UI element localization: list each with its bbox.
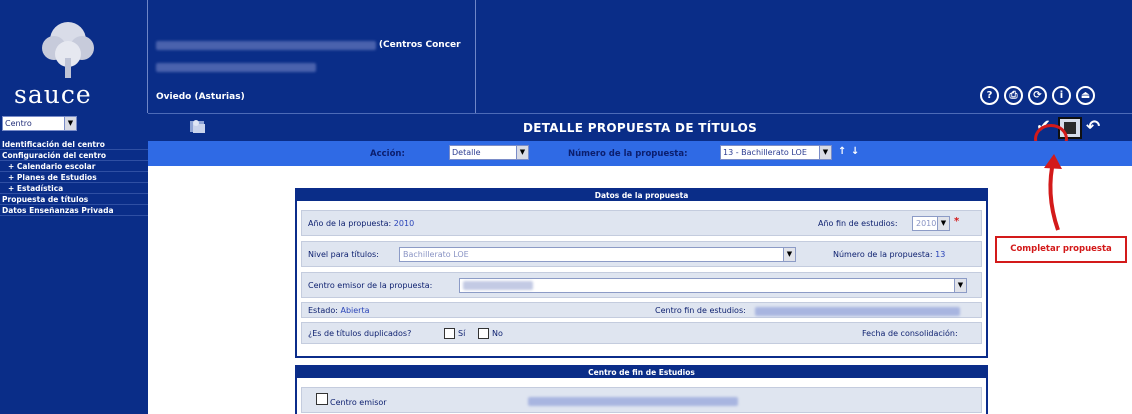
sidebar-item-planes[interactable]: + Planes de Estudios bbox=[0, 172, 148, 183]
annotation-arrow bbox=[1044, 154, 1062, 231]
anio-fin-value: 2010 bbox=[916, 219, 937, 228]
numero-label-text: Número de la propuesta: bbox=[833, 250, 933, 259]
required-marker: * bbox=[954, 216, 960, 227]
no-label: No bbox=[492, 329, 503, 338]
redacted-text bbox=[755, 307, 960, 316]
print-icon[interactable]: ⎙ bbox=[1004, 86, 1023, 105]
sidebar-item-datos-privada[interactable]: Datos Enseñanzas Privada bbox=[0, 205, 148, 216]
center-info: (Centros Concer Oviedo (Asturias) bbox=[148, 0, 476, 113]
sidebar: Centro ▼ Identificación del centro Confi… bbox=[0, 113, 148, 414]
center-address-line bbox=[156, 63, 316, 73]
chevron-down-icon: ▼ bbox=[954, 279, 966, 292]
anio-value: 2010 bbox=[393, 219, 415, 228]
arrow-up-icon[interactable]: ↑ bbox=[838, 146, 848, 159]
undo-icon[interactable]: ↶ bbox=[1086, 117, 1104, 137]
redacted-text bbox=[156, 63, 316, 72]
row-estado: Estado: Abierta Centro fin de estudios: bbox=[301, 302, 982, 318]
proposal-data-panel: Datos de la propuesta Año de la propuest… bbox=[295, 188, 988, 358]
help-book-icon[interactable]: ? bbox=[980, 86, 999, 105]
location-line: Oviedo (Asturias) bbox=[156, 92, 245, 103]
numero-label: Número de la propuesta: 13 bbox=[833, 250, 945, 259]
estado-value: Abierta bbox=[340, 306, 370, 315]
accion-label: Acción: bbox=[370, 149, 405, 159]
sidebar-select-value: Centro bbox=[5, 119, 32, 128]
nivel-label: Nivel para títulos: bbox=[308, 250, 379, 259]
accion-select[interactable]: Detalle ▼ bbox=[449, 145, 529, 160]
annotation-label: Completar propuesta bbox=[995, 236, 1127, 263]
row-duplicados: ¿Es de títulos duplicados? Sí No Fecha d… bbox=[301, 322, 982, 344]
redacted-text bbox=[156, 40, 376, 50]
numero-value: 13 bbox=[935, 250, 946, 259]
center-name-suffix: (Centros Concer bbox=[378, 40, 461, 50]
location-text: Oviedo (Asturias) bbox=[156, 92, 245, 102]
chevron-down-icon: ▼ bbox=[937, 217, 949, 230]
center-name-line: (Centros Concer bbox=[156, 40, 461, 51]
info-icon[interactable]: i bbox=[1052, 86, 1071, 105]
redacted-text bbox=[528, 397, 738, 406]
chevron-down-icon: ▼ bbox=[64, 117, 76, 130]
centro-emisor-select[interactable]: ▼ bbox=[459, 278, 967, 293]
arrow-down-icon[interactable]: ↓ bbox=[851, 146, 861, 159]
sidebar-item-estadistica[interactable]: + Estadística bbox=[0, 183, 148, 194]
accion-select-value: Detalle bbox=[452, 148, 481, 157]
action-bar: Acción: Detalle ▼ Número de la propuesta… bbox=[148, 141, 1132, 166]
sidebar-menu: Identificación del centro Configuración … bbox=[0, 139, 148, 216]
logo-text: sauce bbox=[14, 80, 92, 109]
logo-area: sauce bbox=[0, 0, 148, 113]
page-title: DETALLE PROPUESTA DE TÍTULOS bbox=[522, 121, 758, 135]
centro-emisor-2-label: Centro emisor bbox=[330, 398, 387, 407]
row-centro-emisor: Centro emisor de la propuesta: ▼ bbox=[301, 272, 982, 298]
si-radio[interactable] bbox=[444, 328, 455, 339]
sidebar-item-identificacion[interactable]: Identificación del centro bbox=[0, 139, 148, 150]
row-year: Año de la propuesta: 2010 Año fin de est… bbox=[301, 210, 982, 236]
fecha-label: Fecha de consolidación: bbox=[862, 329, 958, 338]
numero-propuesta-select[interactable]: 13 - Bachillerato LOE ▼ bbox=[720, 145, 832, 160]
numero-propuesta-label: Número de la propuesta: bbox=[568, 149, 688, 159]
redacted-text bbox=[463, 281, 533, 290]
refresh-icon[interactable]: ⟳ bbox=[1028, 86, 1047, 105]
anio-fin-select[interactable]: 2010 ▼ bbox=[912, 216, 950, 231]
nivel-select[interactable]: Bachillerato LOE ▼ bbox=[399, 247, 796, 262]
centro-fin-panel: Centro de fin de Estudios Centro emisor bbox=[295, 365, 988, 414]
numero-propuesta-value: 13 - Bachillerato LOE bbox=[723, 148, 807, 157]
centro-emisor-checkbox[interactable] bbox=[316, 393, 328, 405]
sidebar-item-configuracion[interactable]: Configuración del centro bbox=[0, 150, 148, 161]
estado-label: Estado: Abierta bbox=[308, 306, 370, 315]
row-nivel: Nivel para títulos: Bachillerato LOE ▼ N… bbox=[301, 241, 982, 267]
panel2-header: Centro de fin de Estudios bbox=[297, 367, 986, 378]
sidebar-item-propuesta[interactable]: Propuesta de títulos bbox=[0, 194, 148, 205]
no-radio[interactable] bbox=[478, 328, 489, 339]
row-centro-emisor-2: Centro emisor bbox=[301, 387, 982, 413]
nivel-value: Bachillerato LOE bbox=[403, 250, 469, 259]
si-label: Sí bbox=[458, 329, 466, 338]
app-header: sauce (Centros Concer Oviedo (Asturias) … bbox=[0, 0, 1132, 113]
estado-label-text: Estado: bbox=[308, 306, 338, 315]
chevron-down-icon: ▼ bbox=[783, 248, 795, 261]
duplicados-label: ¿Es de títulos duplicados? bbox=[308, 329, 412, 338]
anio-fin-label: Año fin de estudios: bbox=[818, 219, 898, 228]
centro-fin-label: Centro fin de estudios: bbox=[655, 306, 746, 315]
header-icons: ? ⎙ ⟳ i ⏏ bbox=[980, 86, 1095, 105]
sidebar-module-select[interactable]: Centro ▼ bbox=[2, 116, 77, 131]
exit-icon[interactable]: ⏏ bbox=[1076, 86, 1095, 105]
title-bar: DETALLE PROPUESTA DE TÍTULOS ✔ ↶ bbox=[148, 113, 1132, 141]
anio-label-text: Año de la propuesta: bbox=[308, 219, 392, 228]
chevron-down-icon: ▼ bbox=[516, 146, 528, 159]
panel-header: Datos de la propuesta bbox=[297, 190, 986, 201]
logo-tree-icon bbox=[42, 22, 94, 78]
sidebar-item-calendario[interactable]: + Calendario escolar bbox=[0, 161, 148, 172]
centro-emisor-label: Centro emisor de la propuesta: bbox=[308, 281, 433, 290]
anio-label: Año de la propuesta: 2010 bbox=[308, 219, 414, 228]
chevron-down-icon: ▼ bbox=[819, 146, 831, 159]
